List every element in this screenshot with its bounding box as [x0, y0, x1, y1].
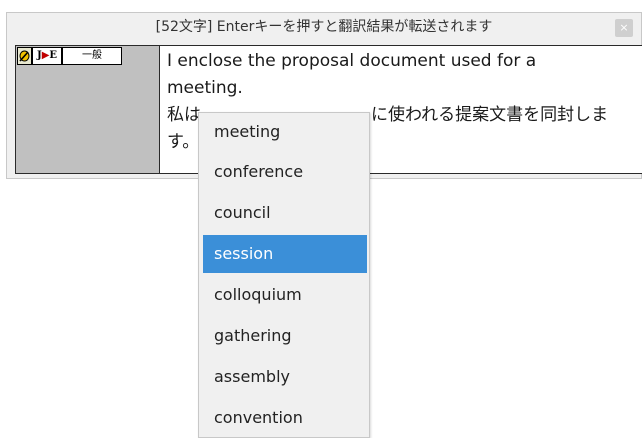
- alternative-words-dropdown: meeting conference council session collo…: [198, 112, 370, 438]
- dropdown-item-colloquium[interactable]: colloquium: [203, 276, 367, 314]
- pencil-icon[interactable]: [17, 47, 32, 65]
- translated-suffix: に使われる提案文書を同封しま: [371, 105, 609, 125]
- dropdown-item-council[interactable]: council: [203, 194, 367, 232]
- dropdown-item-meeting[interactable]: meeting: [203, 113, 367, 151]
- dropdown-item-session[interactable]: session: [203, 235, 367, 273]
- close-button[interactable]: ×: [615, 19, 633, 37]
- translation-direction-button[interactable]: J▶E: [32, 47, 62, 65]
- source-text-line-1: I enclose the proposal document used for…: [167, 51, 537, 71]
- category-button[interactable]: 一般: [62, 47, 122, 65]
- source-text-line-2: meeting.: [167, 78, 243, 98]
- dropdown-item-assembly[interactable]: assembly: [203, 358, 367, 396]
- direction-to: E: [49, 50, 58, 61]
- dropdown-item-gathering[interactable]: gathering: [203, 317, 367, 355]
- dropdown-item-conference[interactable]: conference: [203, 153, 367, 191]
- window-title: [52文字] Enterキーを押すと翻訳結果が転送されます: [155, 19, 493, 35]
- translated-prefix: 私は: [167, 105, 201, 125]
- left-status-column: J▶E 一般: [16, 46, 160, 173]
- dropdown-item-convention[interactable]: convention: [203, 399, 367, 437]
